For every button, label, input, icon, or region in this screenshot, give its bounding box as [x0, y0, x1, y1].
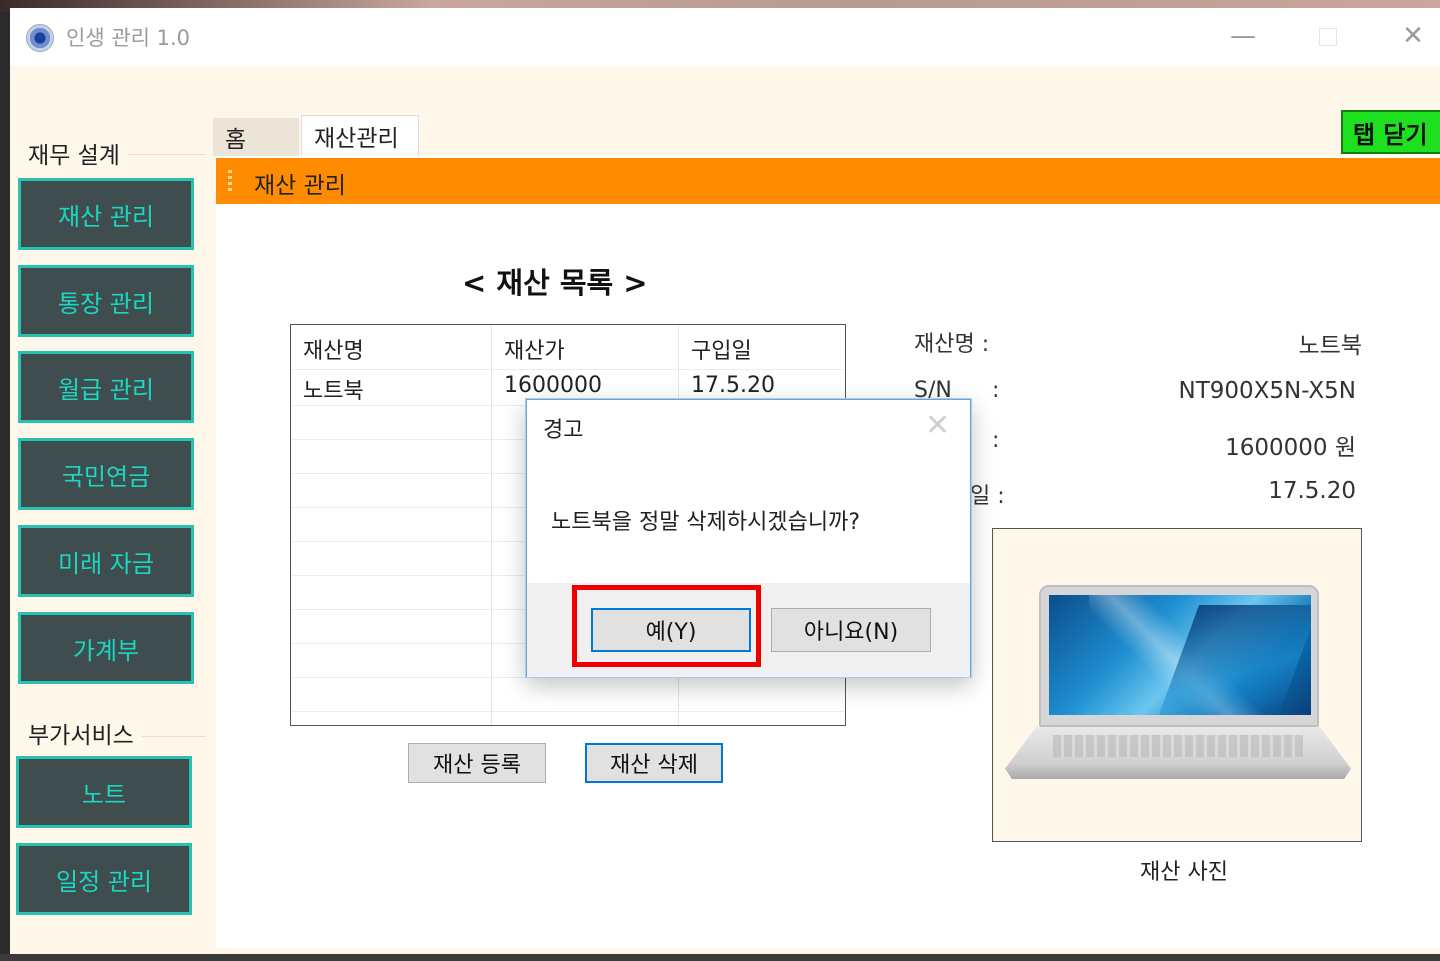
window-title: 인생 관리 1.0	[66, 26, 191, 50]
app-logo-icon	[26, 24, 54, 52]
dialog-message: 노트북을 정말 삭제하시겠습니까?	[551, 510, 861, 535]
highlight-annotation	[572, 585, 761, 667]
dialog-close-icon[interactable]: ✕	[925, 408, 950, 443]
table-cell-price[interactable]: 1600000	[504, 373, 602, 398]
price-value: 1600000 원	[1225, 435, 1356, 461]
sidebar-item-schedule[interactable]: 일정 관리	[16, 843, 192, 915]
dialog-no-button[interactable]: 아니요(N)	[771, 608, 931, 652]
column-header-date[interactable]: 구입일	[691, 333, 752, 365]
panel-header-title: 재산 관리	[254, 173, 346, 199]
sidebar-item-household-ledger[interactable]: 가계부	[18, 612, 194, 684]
panel-header-bar: 재산 관리	[216, 158, 1440, 204]
sidebar-item-future-fund[interactable]: 미래 자금	[18, 525, 194, 597]
laptop-image	[1039, 585, 1319, 727]
asset-list-title: < 재산 목록 >	[462, 266, 648, 300]
purchase-date-value: 17.5.20	[1268, 478, 1356, 504]
price-colon: :	[992, 428, 1000, 453]
asset-photo-frame	[992, 528, 1362, 842]
row-divider	[291, 369, 844, 370]
asset-photo-caption: 재산 사진	[1140, 860, 1228, 885]
table-cell-date[interactable]: 17.5.20	[691, 373, 775, 398]
row-divider	[291, 677, 844, 678]
laptop-display	[1049, 595, 1311, 715]
asset-name-value: 노트북	[1298, 333, 1362, 359]
section-divider	[142, 736, 206, 737]
sidebar-item-salary[interactable]: 월급 관리	[18, 351, 194, 423]
delete-asset-button[interactable]: 재산 삭제	[585, 743, 723, 783]
column-separator	[491, 325, 492, 725]
column-header-name[interactable]: 재산명	[303, 333, 364, 365]
finance-section-label: 재무 설계	[28, 143, 120, 169]
section-divider	[128, 154, 206, 155]
minimize-button[interactable]: —	[1220, 16, 1266, 56]
dialog-title: 경고	[543, 418, 584, 443]
tab-home[interactable]: 홈	[213, 118, 299, 156]
close-tab-button[interactable]: 탭 닫기	[1341, 110, 1440, 154]
sidebar-item-pension[interactable]: 국민연금	[18, 438, 194, 510]
maximize-button[interactable]	[1305, 16, 1351, 56]
column-header-price[interactable]: 재산가	[504, 333, 565, 365]
sidebar-item-note[interactable]: 노트	[16, 756, 192, 828]
purchase-date-label: 일 :	[970, 484, 1005, 509]
maximize-icon	[1319, 27, 1337, 46]
sidebar-item-asset[interactable]: 재산 관리	[18, 178, 194, 250]
sidebar-item-bankbook[interactable]: 통장 관리	[18, 265, 194, 337]
title-bar: 인생 관리 1.0 — ✕	[10, 8, 1440, 66]
register-asset-button[interactable]: 재산 등록	[408, 743, 546, 783]
desktop-bottom-strip	[0, 954, 1440, 961]
serial-number-value: NT900X5N-X5N	[1178, 378, 1357, 404]
table-cell-name[interactable]: 노트북	[303, 373, 364, 405]
row-divider	[291, 711, 844, 712]
close-window-button[interactable]: ✕	[1390, 16, 1436, 56]
grip-icon	[228, 170, 232, 192]
tab-asset-management[interactable]: 재산관리	[301, 115, 419, 156]
extra-section-label: 부가서비스	[28, 723, 134, 749]
serial-number-colon: :	[992, 378, 1000, 403]
asset-name-label: 재산명 :	[914, 332, 990, 357]
laptop-keyboard	[1053, 735, 1303, 757]
